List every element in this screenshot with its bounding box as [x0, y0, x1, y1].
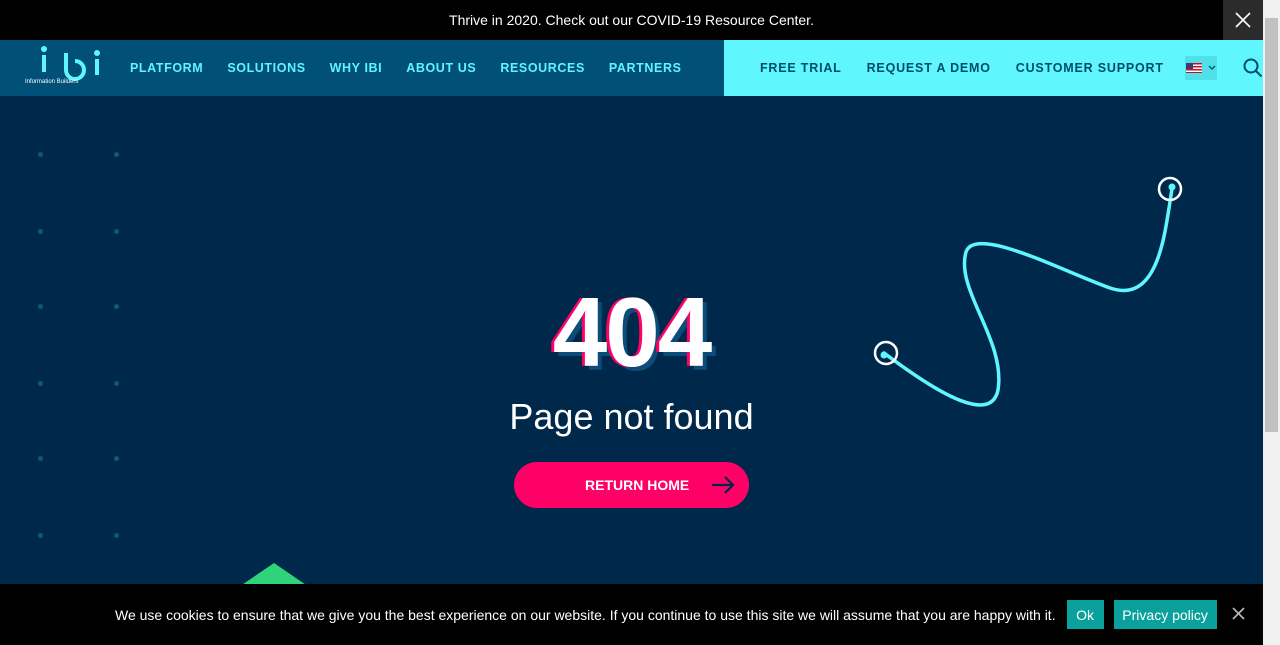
- announcement-bar: Thrive in 2020. Check out our COVID-19 R…: [0, 0, 1263, 40]
- ibi-logo-icon: Information Builders: [25, 46, 100, 85]
- page-not-found-message: Page not found: [509, 396, 754, 437]
- main-nav: PLATFORM SOLUTIONS WHY IBI ABOUT US RESO…: [130, 61, 706, 75]
- decor-dot: [114, 533, 119, 538]
- decor-dot: [38, 152, 43, 157]
- privacy-policy-button[interactable]: Privacy policy: [1113, 600, 1217, 629]
- announcement-text[interactable]: Thrive in 2020. Check out our COVID-19 R…: [449, 12, 814, 28]
- return-home-label: RETURN HOME: [585, 477, 690, 493]
- cookie-banner: We use cookies to ensure that we give yo…: [0, 584, 1263, 645]
- cookie-close-icon[interactable]: [1232, 607, 1245, 620]
- decor-dot: [114, 456, 119, 461]
- scrollbar-thumb[interactable]: [1265, 18, 1278, 432]
- language-selector[interactable]: [1184, 56, 1217, 80]
- decor-dot: [38, 533, 43, 538]
- search-icon: [1243, 58, 1263, 78]
- nav-platform[interactable]: PLATFORM: [130, 61, 203, 75]
- decor-dot: [114, 229, 119, 234]
- nav-partners[interactable]: PARTNERS: [609, 61, 682, 75]
- customer-support-link[interactable]: CUSTOMER SUPPORT: [1016, 61, 1164, 75]
- decor-dot: [38, 229, 43, 234]
- chevron-down-icon: [1208, 65, 1216, 70]
- cookie-ok-button[interactable]: Ok: [1066, 600, 1104, 629]
- us-flag-icon: [1185, 63, 1202, 73]
- return-home-button[interactable]: RETURN HOME: [514, 462, 749, 508]
- nav-resources[interactable]: RESOURCES: [500, 61, 585, 75]
- decor-dot: [38, 456, 43, 461]
- announcement-close-button[interactable]: [1223, 0, 1263, 40]
- nav-solutions[interactable]: SOLUTIONS: [227, 61, 305, 75]
- site-header: Information Builders PLATFORM SOLUTIONS …: [0, 40, 1263, 96]
- ibi-logo[interactable]: Information Builders: [0, 40, 110, 96]
- free-trial-link[interactable]: FREE TRIAL: [760, 61, 842, 75]
- arrow-right-icon: [712, 476, 735, 494]
- cookie-notice-text: We use cookies to ensure that we give yo…: [115, 606, 1056, 623]
- request-demo-link[interactable]: REQUEST A DEMO: [867, 61, 991, 75]
- header-main: Information Builders PLATFORM SOLUTIONS …: [0, 40, 724, 96]
- header-utility: FREE TRIAL REQUEST A DEMO CUSTOMER SUPPO…: [724, 40, 1263, 96]
- search-button[interactable]: [1243, 58, 1263, 78]
- logo-subtext: Information Builders: [25, 79, 78, 85]
- close-icon: [1235, 12, 1251, 28]
- error-code-heading: 404: [552, 277, 713, 387]
- nav-why-ibi[interactable]: WHY IBI: [330, 61, 383, 75]
- decor-dot: [114, 152, 119, 157]
- nav-about-us[interactable]: ABOUT US: [406, 61, 476, 75]
